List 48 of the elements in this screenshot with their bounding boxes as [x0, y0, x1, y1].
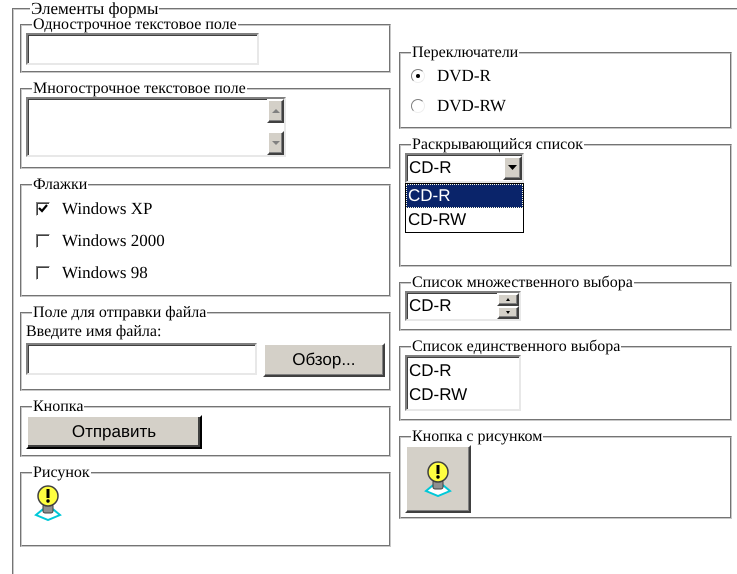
submit-button[interactable]: Отправить — [26, 415, 202, 449]
group-legend: Рисунок — [32, 465, 91, 481]
scroll-down-button[interactable] — [267, 131, 284, 155]
group-legend: Список множественного выбора — [411, 275, 634, 291]
group-legend: Кнопка — [32, 399, 84, 415]
checkbox-label: Windows 2000 — [62, 231, 165, 251]
radio-label: DVD-RW — [437, 96, 506, 116]
list-value: CD-R — [409, 296, 452, 316]
radio-button[interactable] — [411, 69, 425, 83]
browse-button[interactable]: Обзор... — [262, 343, 385, 377]
list-option[interactable]: CD-RW — [407, 383, 519, 407]
group-legend: Однострочное текстовое поле — [32, 17, 238, 33]
group-legend: Флажки — [32, 177, 88, 193]
dropdown-option[interactable]: CD-RW — [406, 208, 523, 232]
down-arrow-icon — [270, 139, 280, 147]
radio-button[interactable] — [411, 99, 425, 113]
radio-label: DVD-R — [437, 66, 491, 86]
dropdown-button[interactable] — [503, 156, 522, 180]
group-legend: Список единственного выбора — [411, 339, 622, 355]
up-arrow-icon — [270, 107, 280, 115]
file-name-field[interactable] — [26, 343, 257, 375]
group-legend: Кнопка с рисунком — [411, 429, 544, 445]
group-legend: Раскрывающийся список — [411, 137, 584, 153]
down-arrow-icon — [504, 309, 512, 316]
text-input-field[interactable] — [26, 33, 259, 65]
multi-select-list[interactable]: CD-R — [405, 291, 521, 321]
dropdown-option[interactable]: CD-R — [406, 184, 523, 208]
caret-icon — [508, 165, 517, 171]
spin-down-button[interactable] — [497, 306, 519, 319]
single-select-list[interactable]: CD-R CD-RW — [405, 355, 521, 411]
checkbox-label: Windows 98 — [62, 263, 148, 283]
checkbox-label: Windows XP — [62, 199, 152, 219]
group-legend: Многострочное текстовое поле — [32, 81, 247, 97]
lightbulb-icon — [424, 461, 452, 497]
image-button[interactable] — [405, 445, 471, 513]
dropdown-select[interactable]: CD-R — [405, 153, 524, 183]
lightbulb-icon — [34, 485, 62, 521]
group-legend: Переключатели — [411, 45, 520, 61]
form-group-legend: Элементы формы — [30, 0, 160, 17]
up-arrow-icon — [504, 296, 512, 303]
textarea-field[interactable] — [26, 97, 286, 157]
scroll-up-button[interactable] — [267, 99, 284, 123]
file-prompt: Введите имя файла: — [26, 322, 162, 342]
spin-up-button[interactable] — [497, 293, 519, 306]
check-icon — [38, 204, 48, 214]
dropdown-value: CD-R — [409, 158, 452, 178]
group-legend: Поле для отправки файла — [32, 305, 208, 321]
list-option[interactable]: CD-R — [407, 359, 519, 383]
